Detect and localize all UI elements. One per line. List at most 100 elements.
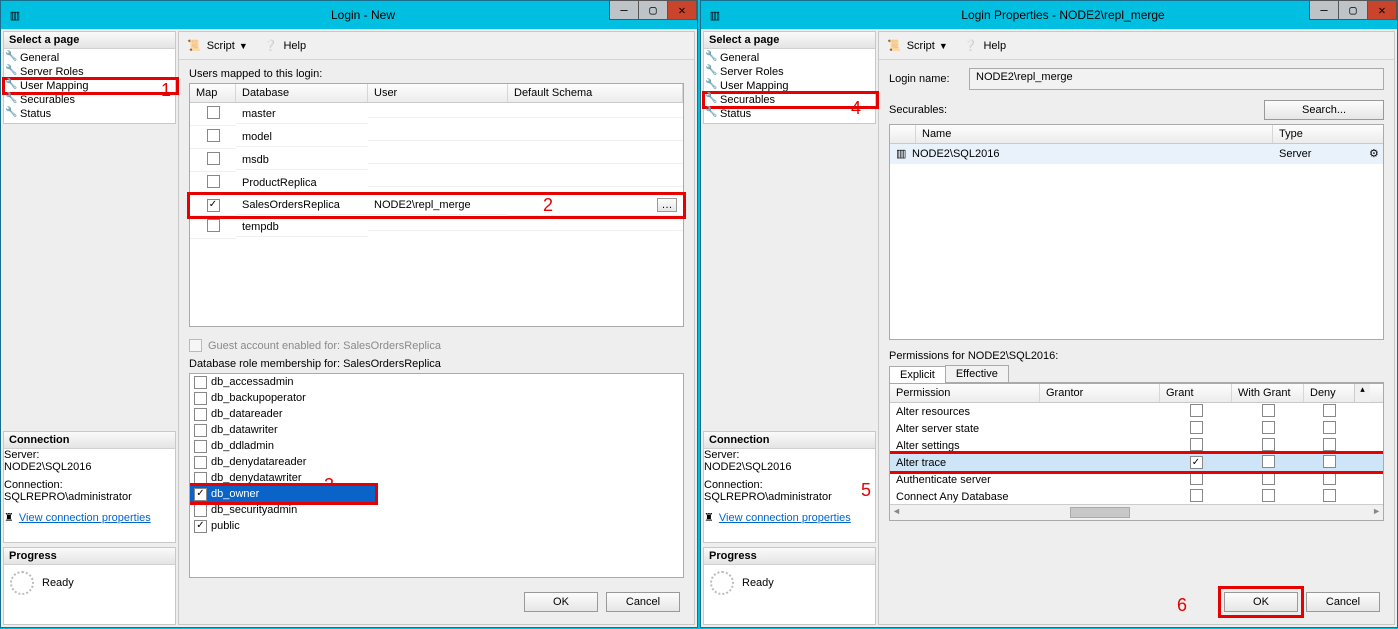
- col-type[interactable]: Type: [1273, 125, 1383, 143]
- role-checkbox[interactable]: [194, 488, 207, 501]
- securable-props-icon[interactable]: ⚙: [1363, 144, 1383, 164]
- map-checkbox[interactable]: [207, 219, 220, 232]
- titlebar[interactable]: ▥ Login Properties - NODE2\repl_merge — …: [701, 1, 1397, 29]
- securable-name[interactable]: NODE2\SQL2016: [906, 145, 1273, 164]
- sidebar-item-general[interactable]: General: [4, 51, 175, 65]
- view-connection-link[interactable]: View connection properties: [719, 512, 851, 524]
- ok-button[interactable]: OK: [524, 592, 598, 612]
- role-checkbox[interactable]: [194, 392, 207, 405]
- script-button[interactable]: Script: [907, 40, 935, 52]
- withgrant-checkbox[interactable]: [1262, 489, 1275, 502]
- withgrant-checkbox[interactable]: [1262, 421, 1275, 434]
- cancel-button[interactable]: Cancel: [606, 592, 680, 612]
- deny-checkbox[interactable]: [1323, 404, 1336, 417]
- withgrant-checkbox[interactable]: [1262, 438, 1275, 451]
- col-map[interactable]: Map: [190, 84, 236, 102]
- map-checkbox[interactable]: [207, 175, 220, 188]
- script-dropdown-icon[interactable]: ▼: [239, 41, 248, 51]
- table-row[interactable]: tempdb: [190, 216, 683, 239]
- list-item[interactable]: db_denydatareader: [190, 454, 683, 470]
- maximize-button[interactable]: ▢: [638, 0, 668, 20]
- titlebar[interactable]: ▥ Login - New — ▢ ✕: [1, 1, 697, 29]
- list-item[interactable]: db_securityadmin: [190, 502, 683, 518]
- role-checkbox[interactable]: [194, 424, 207, 437]
- deny-checkbox[interactable]: [1323, 489, 1336, 502]
- list-item[interactable]: db_owner: [190, 486, 375, 502]
- col-permission[interactable]: Permission: [890, 384, 1040, 402]
- help-button[interactable]: Help: [983, 40, 1006, 52]
- close-button[interactable]: ✕: [1367, 0, 1397, 20]
- table-row[interactable]: model: [190, 126, 683, 149]
- col-user[interactable]: User: [368, 84, 508, 102]
- col-grantor[interactable]: Grantor: [1040, 384, 1160, 402]
- sidebar-item-status[interactable]: Status: [4, 107, 175, 121]
- cancel-button[interactable]: Cancel: [1306, 592, 1380, 612]
- grant-checkbox[interactable]: [1190, 489, 1203, 502]
- role-checkbox[interactable]: [194, 408, 207, 421]
- help-button[interactable]: Help: [283, 40, 306, 52]
- map-checkbox[interactable]: [207, 106, 220, 119]
- tab-effective[interactable]: Effective: [945, 365, 1009, 382]
- scrollbar-horizontal[interactable]: [890, 504, 1383, 520]
- list-item[interactable]: db_ddladmin: [190, 438, 683, 454]
- deny-checkbox[interactable]: [1323, 421, 1336, 434]
- grant-checkbox[interactable]: [1190, 421, 1203, 434]
- list-item[interactable]: db_accessadmin: [190, 374, 683, 390]
- list-item[interactable]: public: [190, 518, 683, 534]
- view-connection-link[interactable]: View connection properties: [19, 512, 151, 524]
- search-button[interactable]: Search...: [1264, 100, 1384, 120]
- grant-checkbox[interactable]: [1190, 438, 1203, 451]
- table-row[interactable]: ProductReplica: [190, 172, 683, 195]
- deny-checkbox[interactable]: [1323, 455, 1336, 468]
- user-mapping-grid[interactable]: Map Database User Default Schema masterm…: [189, 83, 684, 327]
- script-dropdown-icon[interactable]: ▼: [939, 41, 948, 51]
- withgrant-checkbox[interactable]: [1262, 455, 1275, 468]
- map-checkbox[interactable]: [207, 199, 220, 212]
- role-checkbox[interactable]: [194, 520, 207, 533]
- sidebar-item-general[interactable]: General: [704, 51, 875, 65]
- map-checkbox[interactable]: [207, 152, 220, 165]
- sidebar-item-user-mapping[interactable]: User Mapping: [704, 79, 875, 93]
- scroll-up-icon[interactable]: ▴: [1354, 384, 1370, 402]
- list-item[interactable]: db_datareader: [190, 406, 683, 422]
- table-row[interactable]: msdb: [190, 149, 683, 172]
- grant-checkbox[interactable]: [1190, 472, 1203, 485]
- grant-checkbox[interactable]: [1190, 404, 1203, 417]
- role-checkbox[interactable]: [194, 456, 207, 469]
- role-checkbox[interactable]: [194, 504, 207, 517]
- permissions-grid[interactable]: Permission Grantor Grant With Grant Deny…: [889, 383, 1384, 521]
- close-button[interactable]: ✕: [667, 0, 697, 20]
- role-checkbox[interactable]: [194, 472, 207, 485]
- tab-explicit[interactable]: Explicit: [889, 366, 946, 383]
- sidebar-item-server-roles[interactable]: Server Roles: [704, 65, 875, 79]
- minimize-button[interactable]: —: [1309, 0, 1339, 20]
- table-row[interactable]: SalesOrdersReplicaNODE2\repl_merge…: [190, 195, 683, 216]
- ok-button[interactable]: OK: [1224, 592, 1298, 612]
- securables-grid[interactable]: Name Type ▥ NODE2\SQL2016 Server ⚙: [889, 124, 1384, 340]
- map-checkbox[interactable]: [207, 129, 220, 142]
- col-database[interactable]: Database: [236, 84, 368, 102]
- sidebar-item-securables[interactable]: Securables: [4, 93, 175, 107]
- role-checkbox[interactable]: [194, 440, 207, 453]
- sidebar-item-server-roles[interactable]: Server Roles: [4, 65, 175, 79]
- col-name[interactable]: Name: [916, 125, 1273, 143]
- role-checkbox[interactable]: [194, 376, 207, 389]
- list-item[interactable]: db_datawriter: [190, 422, 683, 438]
- col-grant[interactable]: Grant: [1160, 384, 1232, 402]
- script-button[interactable]: Script: [207, 40, 235, 52]
- col-deny[interactable]: Deny: [1304, 384, 1354, 402]
- minimize-button[interactable]: —: [609, 0, 639, 20]
- role-list[interactable]: db_accessadmindb_backupoperatordb_datare…: [189, 373, 684, 578]
- maximize-button[interactable]: ▢: [1338, 0, 1368, 20]
- col-default-schema[interactable]: Default Schema: [508, 84, 683, 102]
- deny-checkbox[interactable]: [1323, 438, 1336, 451]
- list-item[interactable]: db_backupoperator: [190, 390, 683, 406]
- withgrant-checkbox[interactable]: [1262, 404, 1275, 417]
- schema-picker-button[interactable]: …: [657, 198, 677, 212]
- col-withgrant[interactable]: With Grant: [1232, 384, 1304, 402]
- sidebar-item-status[interactable]: Status: [704, 107, 875, 121]
- sidebar-item-user-mapping[interactable]: User Mapping: [4, 79, 177, 93]
- grant-checkbox[interactable]: [1190, 456, 1203, 469]
- list-item[interactable]: db_denydatawriter: [190, 470, 683, 486]
- withgrant-checkbox[interactable]: [1262, 472, 1275, 485]
